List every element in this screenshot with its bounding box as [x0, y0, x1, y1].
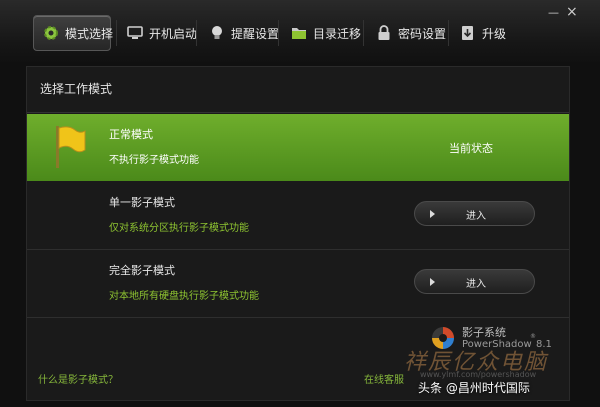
panel-divider [27, 112, 569, 113]
button-label: 进入 [466, 211, 486, 222]
help-link[interactable]: 什么是影子模式？ [38, 371, 118, 386]
mode-desc: 对本地所有硬盘执行影子模式功能 [109, 291, 259, 302]
watermark-text: 祥辰亿众电脑 [404, 350, 549, 375]
tab-label: 升级 [482, 26, 507, 41]
button-label: 进入 [466, 279, 486, 290]
panel-title: 选择工作模式 [40, 82, 113, 96]
tab-label: 开机启动 [149, 26, 198, 41]
tab-label: 密码设置 [398, 26, 447, 41]
logo-name: 影子系统 [462, 326, 506, 339]
upgrade-icon [459, 24, 477, 42]
gear-icon [42, 24, 60, 42]
tab-dir-migrate[interactable]: 目录迁移 [290, 15, 361, 51]
play-arrow-icon [430, 210, 435, 218]
tab-divider [116, 20, 117, 46]
tab-divider [196, 20, 197, 46]
lightbulb-icon [208, 24, 226, 42]
tab-label: 模式选择 [65, 26, 114, 41]
mode-desc: 不执行影子模式功能 [109, 155, 199, 166]
tab-divider [278, 20, 279, 46]
lock-icon [375, 24, 393, 42]
monitor-icon [126, 24, 144, 42]
tab-mode-select[interactable]: 模式选择 [33, 15, 114, 51]
mode-full-shadow: 完全影子模式 对本地所有硬盘执行影子模式功能 进入 [27, 250, 569, 317]
tab-label: 提醒设置 [231, 26, 280, 41]
tab-divider [363, 20, 364, 46]
app-window: 模式选择 开机启动 提醒设置 目录迁移 密码设置 升级 — × 选择工作模式 正… [0, 0, 600, 407]
row-divider [27, 317, 569, 318]
play-arrow-icon [430, 278, 435, 286]
credit-text: 头条 @昌州时代国际 [418, 381, 530, 395]
mode-name: 单一影子模式 [109, 196, 175, 209]
tab-label: 目录迁移 [313, 26, 362, 41]
tab-upgrade[interactable]: 升级 [459, 15, 506, 51]
mode-desc: 仅对系统分区执行影子模式功能 [109, 223, 249, 234]
top-toolbar: 模式选择 开机启动 提醒设置 目录迁移 密码设置 升级 — × [0, 0, 600, 62]
tab-startup[interactable]: 开机启动 [126, 15, 197, 51]
minimize-button[interactable]: — [548, 6, 559, 19]
flag-icon [56, 126, 86, 168]
mode-name: 正常模式 [109, 128, 153, 141]
online-service-link[interactable]: 在线客服 [364, 371, 404, 386]
enter-single-shadow-button[interactable]: 进入 [414, 201, 535, 226]
close-button[interactable]: × [566, 4, 578, 20]
tab-divider [448, 20, 449, 46]
tab-password[interactable]: 密码设置 [375, 15, 446, 51]
mode-single-shadow: 单一影子模式 仅对系统分区执行影子模式功能 进入 [27, 182, 569, 249]
tab-reminder[interactable]: 提醒设置 [208, 15, 279, 51]
mode-name: 完全影子模式 [109, 264, 175, 277]
current-state-label: 当前状态 [449, 142, 493, 155]
enter-full-shadow-button[interactable]: 进入 [414, 269, 535, 294]
folder-icon [290, 24, 308, 42]
mode-normal[interactable]: 正常模式 不执行影子模式功能 当前状态 [27, 114, 569, 181]
